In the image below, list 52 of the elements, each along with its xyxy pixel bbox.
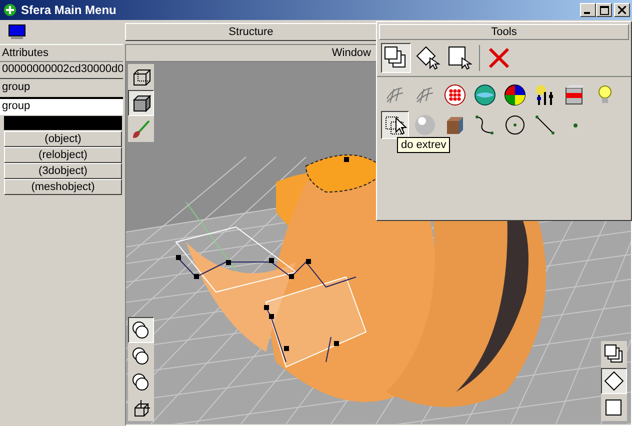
light-mixer-icon: [534, 84, 556, 106]
shaded-cube-icon: [131, 93, 151, 113]
minimize-button[interactable]: [580, 3, 596, 17]
square-icon: [604, 398, 624, 418]
class-button[interactable]: (object): [4, 131, 122, 147]
object-name-field[interactable]: group: [0, 97, 123, 115]
circles-icon: [131, 320, 151, 340]
circles-icon: [131, 372, 151, 392]
layer-mode-button[interactable]: [601, 368, 627, 394]
tooltip: do extrev: [397, 137, 450, 153]
wire-cube-icon: [131, 67, 151, 87]
delete-icon: [487, 46, 511, 70]
transform-tool-button[interactable]: [128, 317, 154, 343]
sphere-icon: [414, 114, 436, 136]
tool-action-button[interactable]: [381, 43, 411, 73]
stacked-squares-icon: [384, 46, 408, 70]
color-swatch[interactable]: [4, 116, 122, 130]
point-icon: [572, 122, 578, 128]
globe-icon: [474, 84, 496, 106]
close-icon: [618, 6, 626, 14]
tools-title: Tools: [379, 24, 629, 40]
shaded-cube-button[interactable]: [128, 90, 154, 116]
class-button[interactable]: (meshobject): [4, 179, 122, 195]
window-title: Sfera Main Menu: [21, 3, 118, 17]
stacked-squares-icon: [604, 344, 624, 364]
attributes-label: Attributes: [1, 46, 50, 61]
close-button[interactable]: [614, 3, 630, 17]
app-icon: [3, 3, 17, 17]
mouse-cursor-icon: [395, 117, 407, 135]
circles-icon: [131, 346, 151, 366]
object-type-label: group: [1, 80, 32, 95]
line-icon: [534, 114, 556, 136]
monitor-icon[interactable]: [8, 24, 26, 40]
square-cursor-icon: [448, 46, 472, 70]
dotted-sphere-icon: [444, 84, 466, 106]
object-id-field[interactable]: 00000000002cd30000d0: [0, 61, 123, 79]
maximize-icon: [600, 6, 608, 14]
class-button[interactable]: (relobject): [4, 147, 122, 163]
cube-icon: [444, 114, 466, 136]
diamond-cursor-icon: [416, 46, 440, 70]
curve-icon: [474, 114, 496, 136]
maximize-button[interactable]: [596, 3, 612, 17]
circle-icon: [504, 114, 526, 136]
box-icon: [564, 84, 586, 106]
class-button[interactable]: (3dobject): [4, 163, 122, 179]
brush-icon: [131, 119, 151, 139]
structure-header[interactable]: Structure: [125, 23, 377, 41]
dotted-square-icon: [384, 114, 406, 136]
viewport-title: Window: [332, 47, 371, 59]
diamond-icon: [604, 371, 624, 391]
tool-action-button[interactable]: [413, 43, 443, 73]
color-wheel-icon: [504, 84, 526, 106]
